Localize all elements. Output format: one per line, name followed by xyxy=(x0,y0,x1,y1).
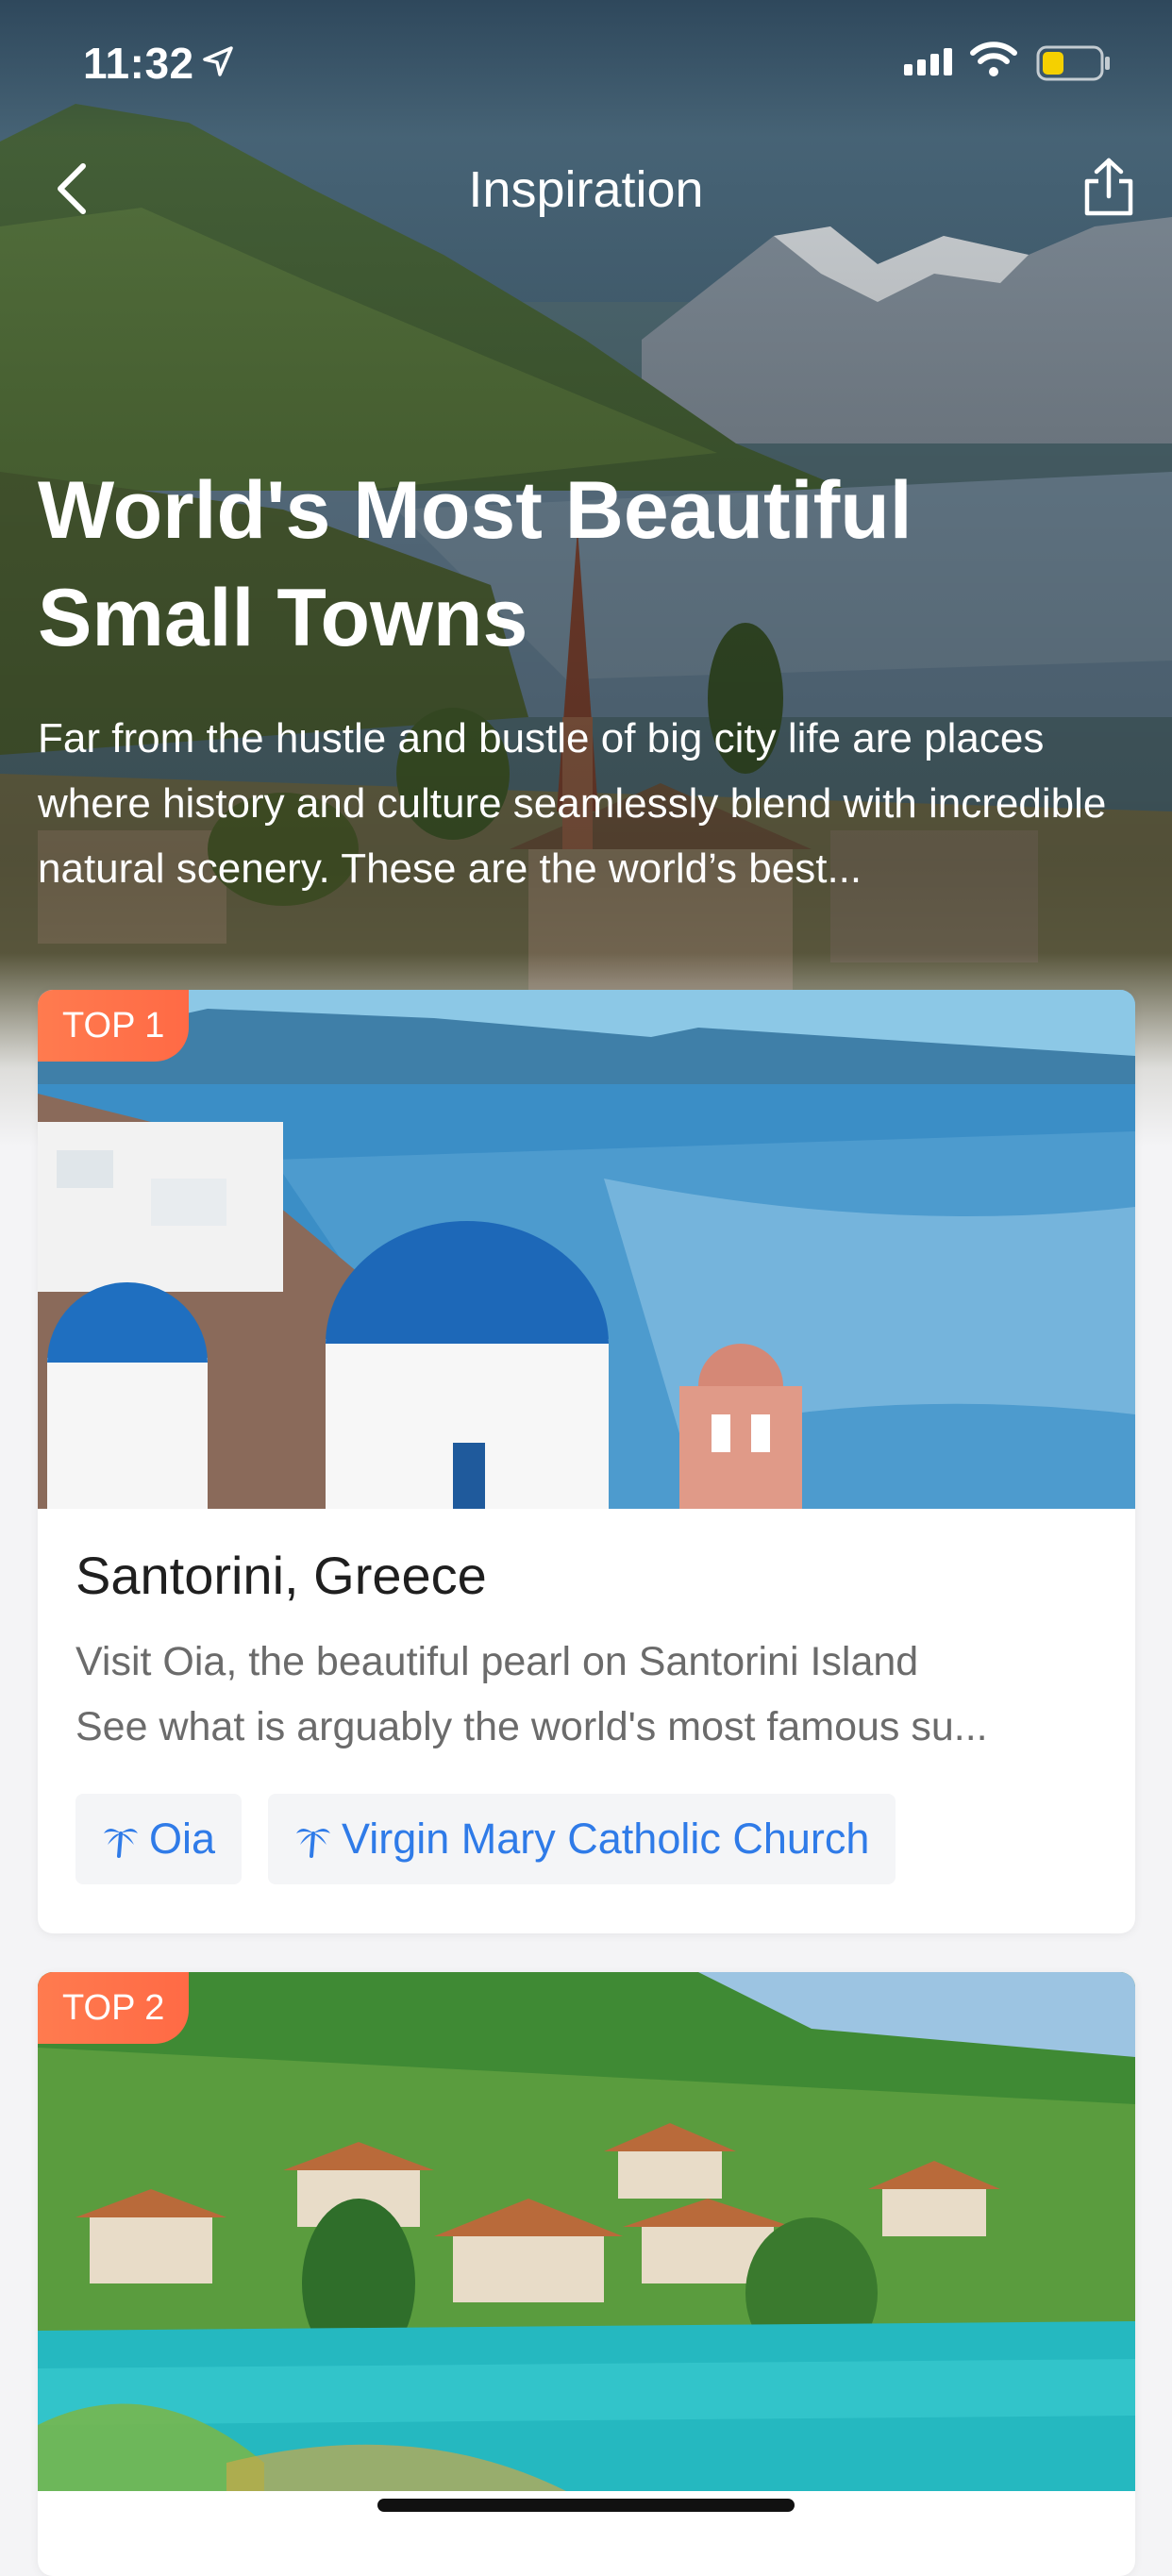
wifi-icon xyxy=(970,42,1017,76)
town-card-santorini[interactable]: TOP 1 Santorini, Greece Visit Oia, the b… xyxy=(38,990,1135,1933)
article-title: World's Most Beautiful Small Towns xyxy=(38,457,1132,672)
article-title-line-1: World's Most Beautiful xyxy=(38,465,912,556)
home-indicator[interactable] xyxy=(377,2499,795,2512)
status-time: 11:32 xyxy=(83,39,194,88)
palm-tree-icon xyxy=(296,1829,331,1858)
cellular-signal-icon xyxy=(904,48,952,75)
tag-virgin-mary-church-label: Virgin Mary Catholic Church xyxy=(342,1815,870,1863)
status-bar: 11:32 xyxy=(0,0,1172,123)
town-name: Santorini, Greece xyxy=(75,1546,487,1605)
share-icon[interactable] xyxy=(1076,155,1142,221)
town-description-line-2: See what is arguably the world's most fa… xyxy=(75,1704,988,1749)
lakeside-village-photo xyxy=(38,1972,1135,2491)
tag-oia-label: Oia xyxy=(149,1815,216,1863)
location-arrow-icon xyxy=(203,46,233,76)
santorini-photo xyxy=(38,990,1135,1509)
town-card-top-2[interactable]: TOP 2 xyxy=(38,1972,1135,2576)
article-description: Far from the hustle and bustle of big ci… xyxy=(38,715,1107,892)
tag-oia[interactable]: Oia xyxy=(75,1794,243,1884)
palm-tree-icon xyxy=(104,1829,138,1858)
battery-icon xyxy=(1036,45,1110,81)
navigation-bar: Inspiration xyxy=(0,142,1172,236)
page-title: Inspiration xyxy=(468,161,704,218)
town-description-line-1: Visit Oia, the beautiful pearl on Santor… xyxy=(75,1639,919,1684)
attraction-tags: Oia Virgin Mary Catholic Church xyxy=(75,1794,896,1884)
article-title-line-2: Small Towns xyxy=(38,573,528,663)
rank-badge: TOP 2 xyxy=(38,1972,190,2044)
town-description: Visit Oia, the beautiful pearl on Santor… xyxy=(75,1630,1104,1760)
rank-badge: TOP 1 xyxy=(38,990,190,1062)
tag-virgin-mary-church[interactable]: Virgin Mary Catholic Church xyxy=(268,1794,896,1884)
